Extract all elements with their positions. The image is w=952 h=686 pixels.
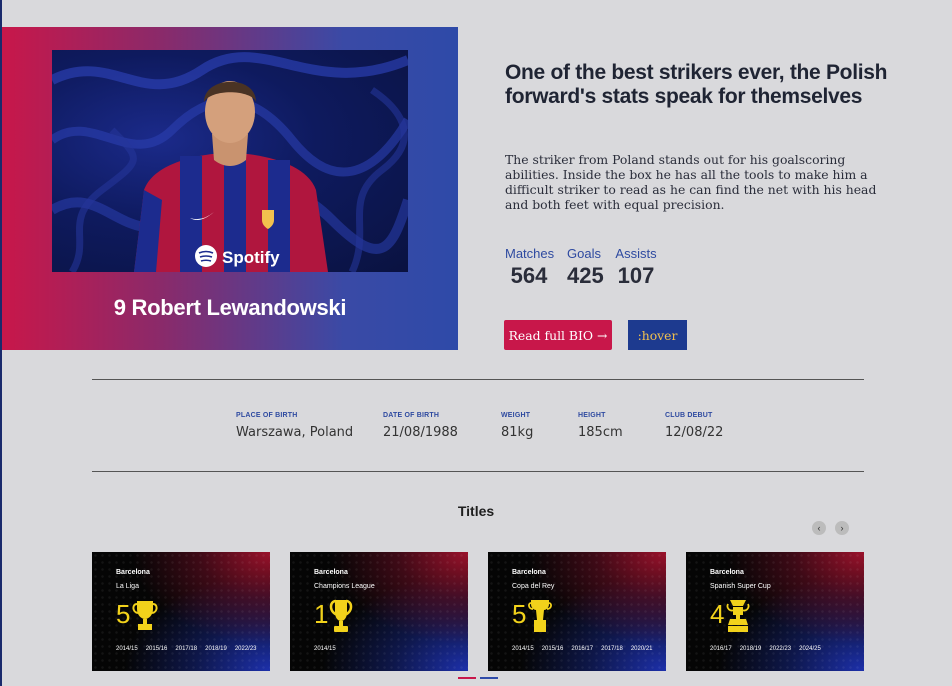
stat-assists: Assists 107 (615, 246, 657, 289)
player-stats: Matches 564 Goals 425 Assists 107 (505, 246, 671, 289)
divider-top (92, 379, 864, 380)
fact-value: 21/08/1988 (383, 425, 458, 440)
card-year: 2018/19 (739, 646, 762, 652)
card-years: 2014/15 2015/16 2016/17 2017/18 2020/21 (512, 646, 661, 652)
fact-label: HEIGHT (578, 412, 606, 419)
fact-club-debut: CLUB DEBUT 12/08/22 (665, 412, 723, 440)
fact-weight: WEIGHT 81kg (501, 412, 533, 440)
la-liga-trophy-icon (132, 601, 158, 630)
stat-value: 564 (510, 263, 548, 288)
fact-label: DATE OF BIRTH (383, 412, 440, 419)
carousel-prev-button[interactable]: ‹ (812, 521, 826, 535)
card-year: 2024/25 (799, 646, 821, 652)
fact-label: WEIGHT (501, 412, 531, 419)
card-count: 5 (116, 599, 131, 629)
card-year: 2022/23 (234, 646, 257, 652)
divider-bottom (92, 471, 864, 472)
title-card-spanish-super-cup[interactable]: Barcelona Spanish Super Cup 4 2016/17 201… (686, 552, 864, 671)
fact-value: 81kg (501, 425, 534, 440)
title-card-champions-league[interactable]: Barcelona Champions League 1 2014/15 (290, 552, 468, 671)
page-headline: One of the best strikers ever, the Polis… (505, 61, 888, 108)
fact-label: CLUB DEBUT (665, 412, 713, 419)
chevron-left-icon: ‹ (817, 522, 821, 533)
card-year: 2015/16 (541, 646, 564, 652)
player-description: The striker from Poland stands out for h… (505, 152, 877, 212)
fact-date-of-birth: DATE OF BIRTH 21/08/1988 (383, 412, 458, 440)
player-name: 9 Robert Lewandowski (113, 295, 347, 320)
card-club: Barcelona (512, 569, 546, 576)
card-competition: Spanish Super Cup (710, 583, 771, 590)
card-year: 2017/18 (175, 646, 198, 652)
copa-del-rey-trophy-icon (528, 600, 552, 632)
fact-value: Warszawa, Poland (236, 425, 354, 440)
card-years: 2016/17 2018/19 2022/23 2024/25 (710, 646, 829, 652)
fact-place-of-birth: PLACE OF BIRTH Warszawa, Poland (236, 412, 353, 440)
card-years: 2014/15 2015/16 2017/18 2018/19 2022/23 (116, 646, 265, 652)
card-club: Barcelona (314, 569, 348, 576)
card-year: 2014/15 (116, 646, 138, 652)
champions-league-trophy-icon (329, 599, 353, 632)
stat-value: 107 (617, 263, 655, 288)
fact-value: 12/08/22 (665, 425, 724, 440)
player-hero: Spotify 9 Robert Lewandowski (2, 27, 458, 350)
super-cup-trophy-icon (726, 600, 750, 632)
card-club: Barcelona (710, 569, 744, 576)
card-competition: La Liga (116, 583, 139, 590)
pagination-dot[interactable] (480, 677, 498, 679)
fact-height: HEIGHT 185cm (578, 412, 623, 440)
player-photo-illustration: Spotify (52, 52, 408, 272)
pagination-dot-active[interactable] (458, 677, 476, 679)
card-competition: Copa del Rey (512, 583, 555, 590)
stat-value: 425 (567, 263, 604, 288)
card-year: 2016/17 (710, 646, 732, 652)
card-year: 2017/18 (601, 646, 623, 652)
fact-value: 185cm (578, 425, 623, 440)
card-year: 2014/15 (314, 646, 336, 652)
card-year: 2018/19 (205, 646, 227, 652)
card-year: 2020/21 (630, 646, 653, 652)
stat-label: Matches (505, 246, 555, 261)
title-card-la-liga[interactable]: Barcelona La Liga 5 2014/15 2015/16 2017/1… (92, 552, 270, 671)
stat-label: Goals (567, 246, 601, 261)
card-year: 2015/16 (145, 646, 168, 652)
card-count: 4 (710, 599, 725, 629)
card-years: 2014/15 (314, 646, 344, 652)
player-photo: Spotify (52, 50, 408, 272)
chevron-right-icon: › (840, 522, 844, 533)
stat-matches: Matches 564 (505, 246, 555, 289)
card-count: 5 (512, 599, 527, 629)
hover-state-button[interactable]: :hover (628, 320, 687, 350)
read-bio-button[interactable]: Read full BIO → (504, 320, 612, 350)
title-card-copa-del-rey[interactable]: Barcelona Copa del Rey 5 2014/15 2015/16 2… (488, 552, 666, 671)
sponsor-text: Spotify (222, 248, 280, 267)
stat-label: Assists (615, 246, 657, 261)
card-year: 2016/17 (571, 646, 594, 652)
card-count: 1 (314, 599, 329, 629)
card-club: Barcelona (116, 569, 150, 576)
carousel-pagination (458, 677, 502, 679)
card-year: 2014/15 (512, 646, 534, 652)
card-year: 2022/23 (769, 646, 792, 652)
titles-heading: Titles (457, 503, 495, 519)
fact-label: PLACE OF BIRTH (236, 412, 298, 419)
stat-goals: Goals 425 (567, 246, 604, 289)
carousel-next-button[interactable]: › (835, 521, 849, 535)
card-competition: Champions League (314, 583, 375, 590)
